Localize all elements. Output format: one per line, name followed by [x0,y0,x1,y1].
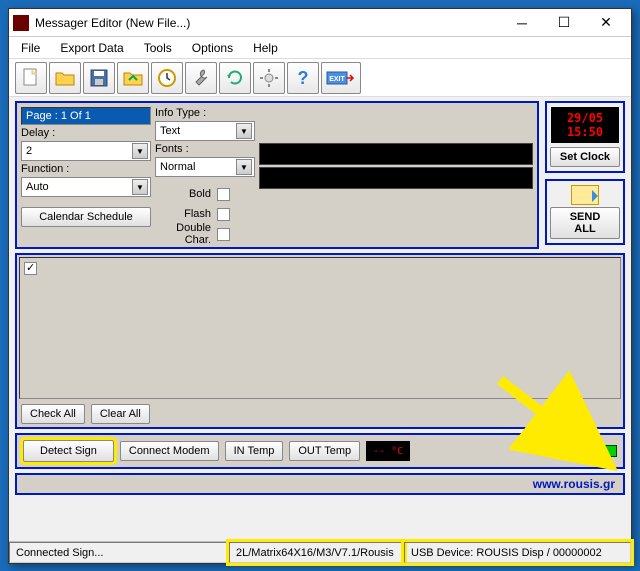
send-all-button[interactable]: SEND ALL [550,207,620,239]
out-temp-button[interactable]: OUT Temp [289,441,360,461]
message-list-area[interactable]: ✓ [19,257,621,399]
open-folder-icon[interactable] [49,62,81,94]
clock-time: 15:50 [567,125,603,139]
wrench-icon[interactable] [185,62,217,94]
connect-modem-button[interactable]: Connect Modem [120,441,219,461]
send-panel: SEND ALL [545,179,625,245]
main-area: Page : 1 Of 1 Delay : 2▼ Function : Auto… [9,97,631,541]
editor-panel: Page : 1 Of 1 Delay : 2▼ Function : Auto… [15,101,539,249]
in-temp-button[interactable]: IN Temp [225,441,284,461]
temp-display: -- °C [366,441,410,461]
toolbar: ? EXIT [9,59,631,97]
check-all-button[interactable]: Check All [21,404,85,424]
status-device-info: 2L/Matrix64X16/M3/V7.1/Rousis [229,542,404,563]
website-link[interactable]: www.rousis.gr [533,477,615,491]
statusbar: Connected Sign... 2L/Matrix64X16/M3/V7.1… [9,541,631,563]
function-select[interactable]: Auto▼ [21,177,151,197]
new-file-icon[interactable] [15,62,47,94]
text-line-1[interactable] [259,143,533,165]
chevron-down-icon: ▼ [132,179,148,195]
delay-select[interactable]: 2▼ [21,141,151,161]
menu-options[interactable]: Options [184,39,241,57]
detect-sign-button[interactable]: Detect Sign [23,440,114,462]
transfer-icon[interactable] [117,62,149,94]
status-usb-info: USB Device: ROUSIS Disp / 00000002 [404,542,631,563]
refresh-icon[interactable] [219,62,251,94]
clear-all-button[interactable]: Clear All [91,404,150,424]
message-list-panel: ✓ Check All Clear All [15,253,625,429]
save-disk-icon[interactable] [83,62,115,94]
status-connected: Connected Sign... [9,542,229,563]
delay-label: Delay : [21,127,151,139]
exit-icon[interactable]: EXIT [321,62,361,94]
menu-help[interactable]: Help [245,39,286,57]
close-button[interactable]: ✕ [585,10,627,36]
clock-display: 29/05 15:50 [551,107,619,143]
flash-checkbox[interactable] [217,208,230,221]
detect-panel: Detect Sign Connect Modem IN Temp OUT Te… [15,433,625,469]
maximize-button[interactable]: ☐ [543,10,585,36]
chevron-down-icon: ▼ [132,143,148,159]
calendar-schedule-button[interactable]: Calendar Schedule [21,207,151,227]
infotype-label: Info Type : [155,107,255,119]
menu-export-data[interactable]: Export Data [52,39,131,57]
send-envelope-icon [571,185,599,205]
link-panel: www.rousis.gr [15,473,625,495]
menu-tools[interactable]: Tools [136,39,180,57]
svg-text:EXIT: EXIT [329,76,345,83]
clock-panel: 29/05 15:50 Set Clock [545,101,625,173]
minimize-button[interactable]: ─ [501,10,543,36]
bold-label: Bold [155,188,211,200]
window-title: Messager Editor (New File...) [35,16,501,30]
response-label: Response : [535,445,591,457]
app-icon [13,15,29,31]
titlebar[interactable]: Messager Editor (New File...) ─ ☐ ✕ [9,9,631,37]
clock-date: 29/05 [567,111,603,125]
set-clock-button[interactable]: Set Clock [550,147,620,167]
app-window: Messager Editor (New File...) ─ ☐ ✕ File… [8,8,632,564]
infotype-select[interactable]: Text▼ [155,121,255,141]
gear-icon[interactable] [253,62,285,94]
menu-file[interactable]: File [13,39,48,57]
bold-checkbox[interactable] [217,188,230,201]
chevron-down-icon: ▼ [236,123,252,139]
help-question-icon[interactable]: ? [287,62,319,94]
fonts-select[interactable]: Normal▼ [155,157,255,177]
list-item-checkbox[interactable]: ✓ [24,262,37,275]
chevron-down-icon: ▼ [236,159,252,175]
double-char-checkbox[interactable] [217,228,230,241]
text-line-2[interactable] [259,167,533,189]
double-label: Double Char. [155,222,211,246]
response-led [597,445,617,457]
page-header[interactable]: Page : 1 Of 1 [21,107,151,125]
fonts-label: Fonts : [155,143,255,155]
function-label: Function : [21,163,151,175]
flash-label: Flash [155,208,211,220]
menubar: File Export Data Tools Options Help [9,37,631,59]
svg-text:?: ? [298,68,309,88]
clock-icon[interactable] [151,62,183,94]
